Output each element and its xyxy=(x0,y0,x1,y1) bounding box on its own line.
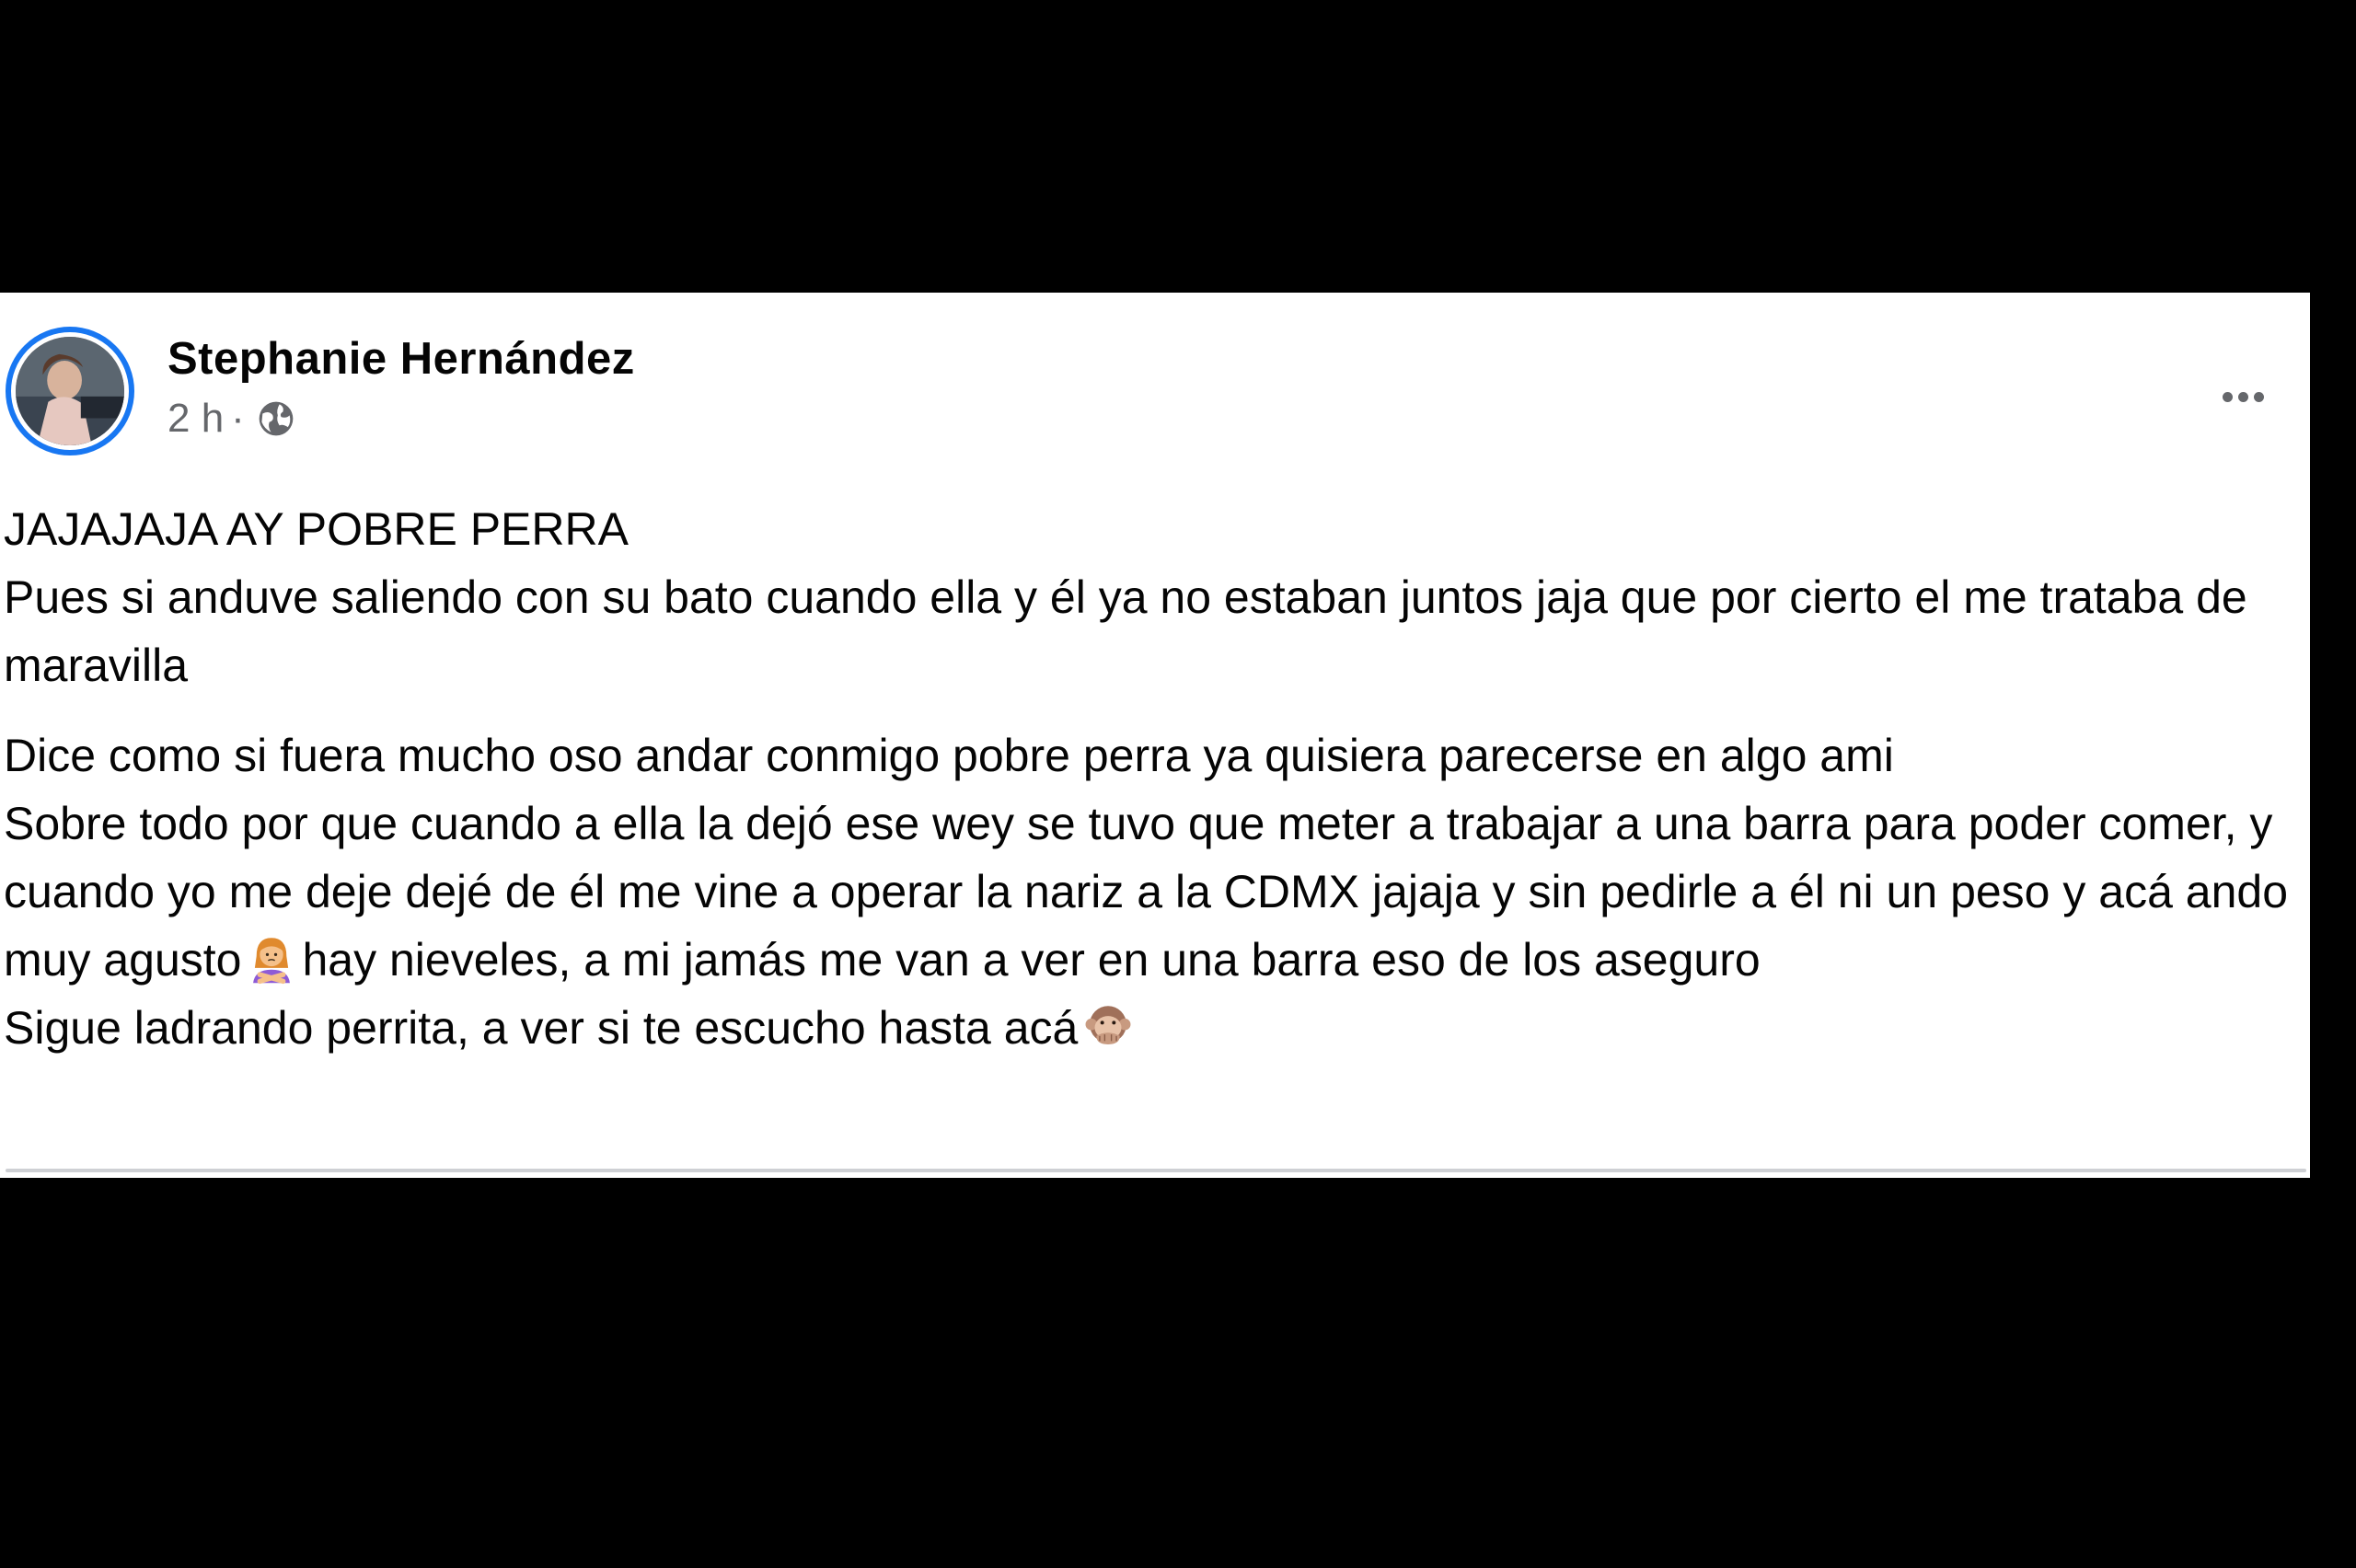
post-line-with-emoji: Sobre todo por que cuando a ella la dejó… xyxy=(4,790,2304,994)
author-name[interactable]: Stephanie Hernández xyxy=(167,333,635,385)
post-card: Stephanie Hernández 2 h · JAJAJAJA AY PO… xyxy=(0,293,2310,1178)
post-meta: 2 h · xyxy=(167,396,296,442)
globe-icon[interactable] xyxy=(256,398,296,439)
more-options-button[interactable] xyxy=(2211,364,2275,429)
meta-separator: · xyxy=(231,396,245,441)
post-text: JAJAJAJA AY POBRE PERRA Pues si anduve s… xyxy=(4,495,2304,1084)
speak-no-evil-monkey-emoji xyxy=(1085,1006,1131,1044)
ellipsis-icon xyxy=(2222,391,2264,402)
post-line-text: Sigue ladrando perrita, a ver si te escu… xyxy=(4,1002,1079,1054)
person-gesturing-no-emoji xyxy=(253,938,291,985)
profile-photo-graphic xyxy=(16,337,124,445)
post-line: Dice como si fuera mucho oso andar conmi… xyxy=(4,730,1894,781)
post-line-text: hay nieveles, a mi jamás me van a ver en… xyxy=(302,934,1761,986)
post-divider xyxy=(6,1169,2306,1172)
post-line: JAJAJAJA AY POBRE PERRA xyxy=(4,503,629,555)
profile-photo xyxy=(16,337,124,445)
author-avatar[interactable] xyxy=(6,327,134,455)
post-line-with-emoji: Sigue ladrando perrita, a ver si te escu… xyxy=(4,994,2304,1062)
post-time[interactable]: 2 h xyxy=(167,396,224,442)
post-line: Pues si anduve saliendo con su bato cuan… xyxy=(4,571,2247,691)
post-paragraph-1: JAJAJAJA AY POBRE PERRA Pues si anduve s… xyxy=(4,495,2304,699)
post-paragraph-2: Dice como si fuera mucho oso andar conmi… xyxy=(4,721,2304,1062)
